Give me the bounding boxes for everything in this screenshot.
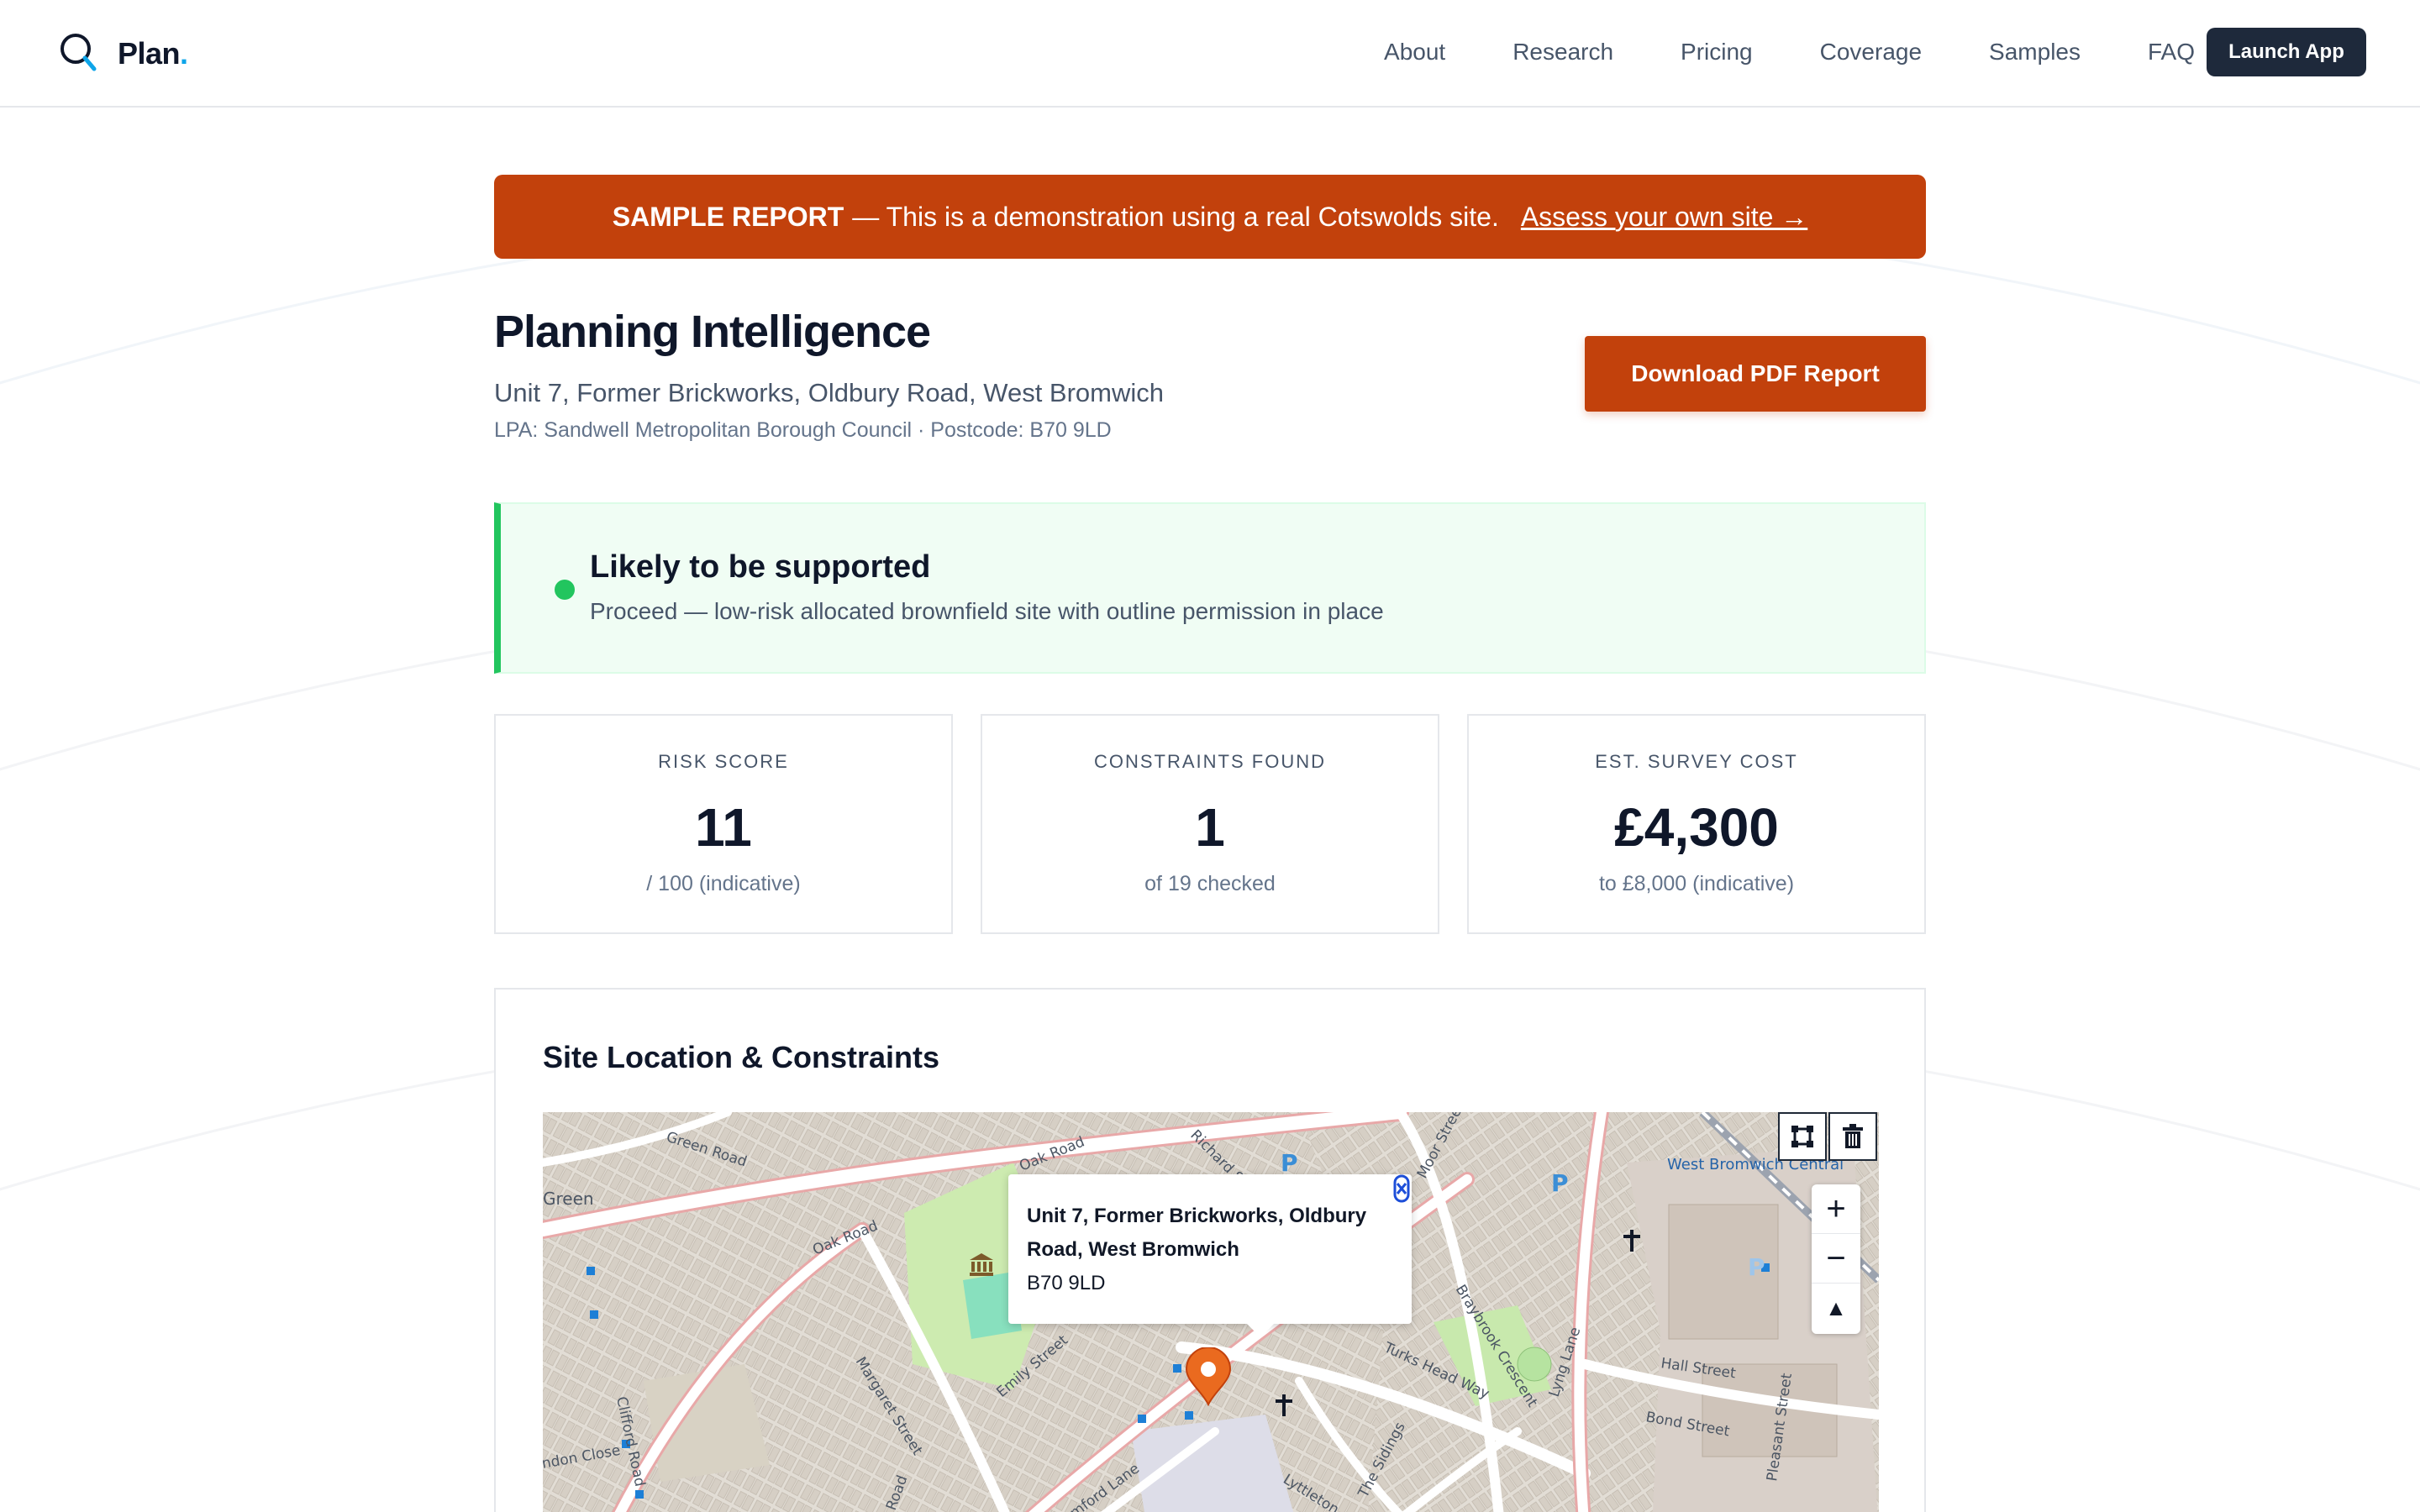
draw-polygon-button[interactable] [1778, 1112, 1827, 1161]
top-nav: Plan. About Research Pricing Coverage Sa… [0, 0, 2420, 108]
assess-own-site-link[interactable]: Assess your own site → [1521, 202, 1807, 233]
nav-link-samples[interactable]: Samples [1989, 34, 2081, 71]
map-section-title: Site Location & Constraints [543, 1040, 940, 1074]
popup-close-icon[interactable] [1393, 1174, 1410, 1203]
delete-shape-button[interactable] [1828, 1112, 1877, 1161]
site-marker-pin-icon[interactable] [1185, 1347, 1232, 1406]
page-title: Planning Intelligence [494, 307, 931, 357]
verdict-panel: Likely to be supported Proceed — low-ris… [494, 502, 1926, 674]
nav-link-pricing[interactable]: Pricing [1681, 34, 1753, 71]
compass-button[interactable]: ▲ [1812, 1284, 1860, 1333]
stat-sub: of 19 checked [1144, 872, 1276, 895]
stat-sub: / 100 (indicative) [646, 872, 801, 895]
stat-card-constraints: CONSTRAINTS FOUND 1 of 19 checked [981, 714, 1439, 934]
popup-address-line2: Road, West Bromwich [1027, 1238, 1239, 1261]
magnifier-logo-icon [60, 34, 97, 71]
zoom-out-button[interactable]: − [1812, 1234, 1860, 1284]
parking-icon: P [1551, 1169, 1569, 1197]
stat-value: £4,300 [1614, 797, 1779, 858]
site-map[interactable]: Green Road Oak Road Oak Road Richard Str… [543, 1112, 1879, 1512]
compass-icon: ▲ [1825, 1295, 1847, 1320]
polygon-icon [1791, 1126, 1813, 1147]
nav-link-about[interactable]: About [1384, 34, 1445, 71]
street-label: Green [543, 1189, 594, 1209]
nav-link-faq[interactable]: FAQ [2148, 34, 2195, 71]
stat-card-risk-score: RISK SCORE 11 / 100 (indicative) [494, 714, 953, 934]
site-popup: Unit 7, Former Brickworks, Oldbury Road,… [1008, 1174, 1412, 1324]
verdict-title: Likely to be supported [590, 549, 931, 585]
stat-card-survey-cost: EST. SURVEY COST £4,300 to £8,000 (indic… [1467, 714, 1926, 934]
parking-icon: P [1281, 1149, 1298, 1177]
popup-tip [1245, 1322, 1276, 1337]
site-address: Unit 7, Former Brickworks, Oldbury Road,… [494, 378, 1165, 407]
stat-value: 11 [695, 797, 752, 858]
popup-postcode: B70 9LD [1027, 1272, 1106, 1294]
nav-links: About Research Pricing Coverage Samples … [1317, 34, 2195, 71]
zoom-in-button[interactable]: + [1812, 1184, 1860, 1234]
nav-link-coverage[interactable]: Coverage [1820, 34, 1922, 71]
banner-strong: SAMPLE REPORT [612, 201, 844, 232]
stat-label: CONSTRAINTS FOUND [1094, 751, 1326, 772]
stat-label: EST. SURVEY COST [1595, 751, 1798, 772]
lpa-postcode: LPA: Sandwell Metropolitan Borough Counc… [494, 418, 1112, 442]
stat-sub: to £8,000 (indicative) [1598, 872, 1795, 895]
sample-report-banner: SAMPLE REPORT — This is a demonstration … [494, 175, 1926, 259]
banner-text: — This is a demonstration using a real C… [852, 201, 1499, 232]
parking-icon: P [1748, 1253, 1765, 1281]
status-dot-icon [555, 580, 575, 600]
popup-address-line1: Unit 7, Former Brickworks, Oldbury [1027, 1205, 1367, 1227]
nav-link-research[interactable]: Research [1512, 34, 1613, 71]
trash-icon [1843, 1124, 1863, 1148]
stat-value: 1 [1195, 797, 1225, 858]
launch-app-button[interactable]: Launch App [2207, 28, 2366, 76]
map-card: Site Location & Constraints Green Road O… [494, 988, 1926, 1512]
zoom-controls: + − ▲ [1812, 1184, 1860, 1334]
logo[interactable]: Plan. [59, 32, 188, 76]
logo-text: Plan. [118, 36, 188, 71]
download-pdf-button[interactable]: Download PDF Report [1585, 336, 1926, 412]
stat-label: RISK SCORE [658, 751, 789, 772]
verdict-subtitle: Proceed — low-risk allocated brownfield … [590, 598, 1384, 624]
